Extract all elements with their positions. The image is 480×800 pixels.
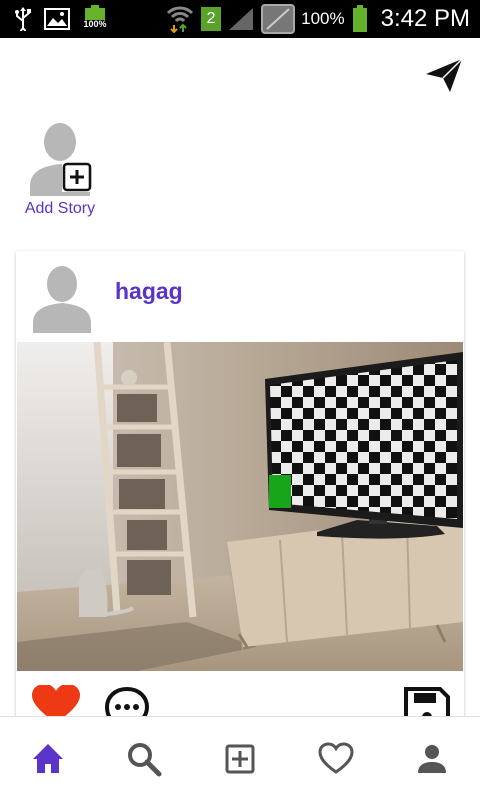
post-image[interactable] <box>17 342 463 671</box>
send-icon <box>426 58 463 92</box>
post-card: hagag <box>16 251 464 721</box>
add-story-button[interactable]: Add Story <box>18 120 102 224</box>
status-bar-left: 100% <box>14 5 108 33</box>
add-box-icon <box>225 744 255 774</box>
mini-battery-percent: 100% <box>83 19 107 29</box>
status-bar: 100% 2 100% 3:42 PM <box>0 0 480 38</box>
post-username[interactable]: hagag <box>115 278 183 305</box>
bottom-navigation <box>0 716 480 800</box>
nav-home[interactable] <box>28 739 68 779</box>
person-icon <box>418 745 446 773</box>
wifi-icon <box>167 6 194 33</box>
heart-outline-icon <box>318 742 354 774</box>
battery-icon <box>352 5 367 32</box>
add-box-icon <box>62 162 92 192</box>
usb-icon <box>15 7 31 31</box>
nav-add-post[interactable] <box>220 739 260 779</box>
gallery-icon <box>44 8 70 30</box>
living-room-photo <box>17 342 463 671</box>
send-message-button[interactable] <box>424 56 464 94</box>
sim-indicator: 2 <box>201 7 222 31</box>
mini-battery: 100% <box>82 5 108 33</box>
nav-profile[interactable] <box>412 739 452 779</box>
user-avatar-icon[interactable] <box>32 263 92 333</box>
status-bar-right: 2 100% 3:42 PM <box>165 3 470 35</box>
home-icon <box>33 744 63 773</box>
signal-icon <box>229 8 254 30</box>
search-icon <box>128 743 162 777</box>
nav-activity[interactable] <box>316 739 356 779</box>
no-sim-icon <box>261 4 296 34</box>
add-story-badge <box>62 162 92 192</box>
nav-search[interactable] <box>124 739 164 779</box>
clock: 3:42 PM <box>380 5 470 32</box>
battery-percent: 100% <box>301 9 345 28</box>
add-story-label: Add Story <box>24 200 96 217</box>
post-actions <box>16 679 464 721</box>
